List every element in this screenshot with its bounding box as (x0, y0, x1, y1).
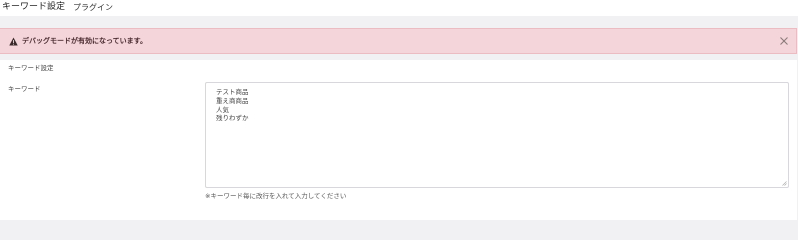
keyword-textarea[interactable]: テスト商品 重え商商品 人気 残りわずか (205, 82, 789, 188)
resize-handle-icon[interactable] (782, 181, 787, 186)
page-title: キーワード設定 (2, 2, 66, 12)
section-heading: キーワード設定 (8, 64, 54, 72)
keyword-line: テスト商品 (216, 88, 249, 96)
keyword-help-text: ※キーワード毎に改行を入れて入力してください (205, 192, 347, 200)
settings-panel: キーワード設定 キーワード テスト商品 重え商商品 人気 残りわずか ※キーワー… (0, 60, 797, 220)
keyword-textarea-content: テスト商品 重え商商品 人気 残りわずか (216, 88, 249, 123)
keyword-line: 残りわずか (216, 114, 249, 123)
close-icon[interactable] (778, 35, 790, 47)
page-header: キーワード設定 プラグイン (0, 0, 798, 16)
debug-mode-alert: デバッグモードが有効になっています。 (0, 28, 797, 54)
warning-icon (9, 37, 18, 46)
page-subtitle: プラグイン (73, 3, 113, 12)
alert-message: デバッグモードが有効になっています。 (22, 37, 147, 45)
keyword-field-label: キーワード (8, 85, 41, 93)
keyword-line: 重え商商品 (216, 96, 249, 105)
